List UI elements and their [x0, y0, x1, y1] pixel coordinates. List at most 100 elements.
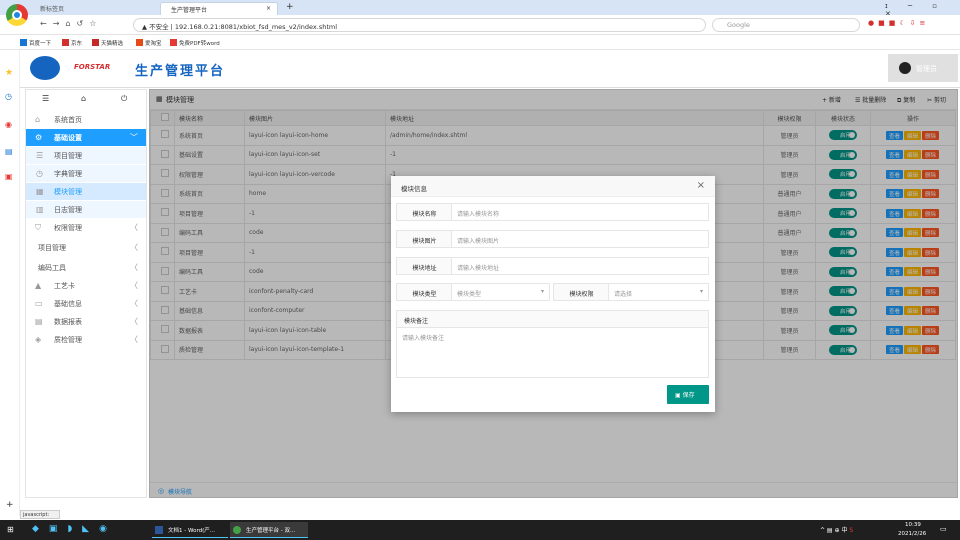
- sidebar-item[interactable]: 项目管理 〈: [26, 239, 146, 256]
- sidebar-item[interactable]: ◷ 字典管理: [26, 165, 146, 182]
- clock-date[interactable]: 2021/2/26: [898, 531, 926, 537]
- star-icon[interactable]: ★: [5, 68, 13, 78]
- shield-icon: ⛉: [35, 223, 41, 232]
- history-icon[interactable]: ◷: [5, 92, 12, 101]
- search-field[interactable]: Google: [712, 18, 860, 32]
- sidebar-item[interactable]: ▭ 基础信息 〈: [26, 295, 146, 312]
- bus-icon[interactable]: ⌂: [81, 94, 86, 103]
- field-label: 模块类型: [396, 283, 453, 301]
- menu-icon[interactable]: ☰: [42, 94, 49, 103]
- module-type-select[interactable]: 模块类型 ▾: [451, 283, 550, 301]
- chevron-down-icon: ﹀: [130, 133, 138, 142]
- remark-label: 模块备注: [396, 310, 709, 328]
- sidebar-item-label: 权限管理: [54, 224, 82, 232]
- pin-icon: ▲: [35, 281, 42, 290]
- sidebar-item-label: 项目管理: [54, 152, 82, 160]
- nav-buttons[interactable]: ←→⌂↺☆: [40, 19, 102, 28]
- tab-close-icon[interactable]: ×: [266, 5, 271, 12]
- power-icon[interactable]: ⏻: [121, 94, 127, 104]
- taskbar-app-browser[interactable]: 生产管理平台 - 双...: [230, 522, 308, 538]
- sidebar-item[interactable]: ☰ 项目管理: [26, 147, 146, 164]
- sidebar-item-label: 系统首页: [54, 116, 82, 124]
- sidebar-item[interactable]: ⛉ 权限管理 〈: [26, 219, 146, 236]
- sidebar-toolbar: ☰ ⌂ ⏻: [26, 90, 146, 110]
- url-field[interactable]: ▲ 不安全 | 192.168.0.21:8081/xbiot_fsd_mes_…: [133, 18, 706, 32]
- sidebar-item-label: 基础设置: [54, 134, 82, 142]
- sidebar-item[interactable]: ⌂ 系统首页: [26, 111, 146, 128]
- bookmark[interactable]: 爱淘宝: [136, 39, 162, 47]
- sidebar-item[interactable]: ◈ 质检管理 〈: [26, 331, 146, 348]
- bookmark-bar: 百度一下 京东 天猫精选 爱淘宝 免费PDF转word: [0, 36, 960, 50]
- browser-tab-bar: 新标签页 生产管理平台 × + ɪ ─ ▫ ✕: [0, 0, 960, 26]
- home-icon: ⌂: [35, 115, 41, 124]
- taskbar: ⊞ ◆▣◗◣◉ 文档1 - Word(产... 生产管理平台 - 双... ^ …: [0, 520, 960, 540]
- taskbar-app-word[interactable]: 文档1 - Word(产...: [152, 522, 228, 538]
- bookmark[interactable]: 百度一下: [20, 39, 51, 47]
- field-label: 模块名称: [396, 203, 453, 221]
- chevron-down-icon: ▾: [699, 288, 703, 295]
- sidebar-item[interactable]: 编码工具 〈: [26, 259, 146, 276]
- new-tab-button[interactable]: +: [286, 2, 294, 12]
- remark-textarea[interactable]: 请输入模块备注: [396, 327, 709, 378]
- sidebar: ☰ ⌂ ⏻ ⌂ 系统首页 ⚙ 基础设置 ﹀ ☰ 项目管理 ◷ 字典管理 ▦ 模块管理 ▥ 日志管理 ⛉ 权限…: [25, 89, 147, 498]
- chevron-left-icon: 〈: [130, 263, 138, 272]
- sidebar-item[interactable]: ⚙ 基础设置 ﹀: [26, 129, 146, 146]
- status-url: javascript:: [20, 510, 60, 519]
- sidebar-item-label: 基础信息: [54, 300, 82, 308]
- tab-active[interactable]: 生产管理平台 ×: [160, 2, 278, 15]
- module-icon: ▦: [36, 187, 44, 196]
- tab-new[interactable]: 新标签页: [30, 2, 154, 15]
- module-url-input[interactable]: 请输入模块地址: [451, 257, 709, 275]
- app-header: FORSTAR 生产管理平台 管理员: [20, 50, 960, 88]
- add-icon[interactable]: +: [6, 500, 14, 510]
- browser-side-strip: ★ ◷ ◉ ▤ ▣ +: [0, 50, 20, 516]
- sidebar-item[interactable]: ▦ 模块管理: [26, 183, 146, 200]
- sidebar-item-label: 字典管理: [54, 170, 82, 178]
- page-title: 生产管理平台: [135, 64, 226, 79]
- stack-icon: ◈: [35, 335, 42, 344]
- bookmark[interactable]: 天猫精选: [92, 39, 123, 47]
- gear-icon: ⚙: [35, 133, 43, 142]
- sidebar-item-label: 项目管理: [38, 244, 66, 252]
- address-bar: ←→⌂↺☆ ▲ 不安全 | 192.168.0.21:8081/xbiot_fs…: [0, 15, 960, 35]
- grid-icon: ▥: [36, 205, 44, 214]
- module-image-input[interactable]: 请输入模块图片: [451, 230, 709, 248]
- chevron-left-icon: 〈: [130, 243, 138, 252]
- browser-icon: [233, 526, 241, 534]
- save-icon: ▣: [675, 392, 683, 399]
- sidebar-item-label: 工艺卡: [54, 282, 75, 290]
- company-logo: [30, 56, 60, 80]
- extension-icons[interactable]: ●■■☾⇩≡: [868, 19, 929, 27]
- sidebar-item[interactable]: ▤ 数据报表 〈: [26, 313, 146, 330]
- taskbar-pinned-icons[interactable]: ◆▣◗◣◉: [32, 524, 117, 534]
- tray-icons[interactable]: ^ ▤ ⊕ 中 S: [820, 525, 853, 534]
- notification-icon[interactable]: ▭: [940, 525, 947, 533]
- field-label: 模块权限: [553, 283, 610, 301]
- dialog-header: 模块信息 ×: [391, 176, 715, 197]
- browser-logo-icon[interactable]: [6, 4, 28, 26]
- chevron-left-icon: 〈: [130, 335, 138, 344]
- app-icon[interactable]: ▣: [5, 172, 13, 181]
- start-icon[interactable]: ⊞: [7, 525, 14, 534]
- chevron-left-icon: 〈: [130, 299, 138, 308]
- word-icon: [155, 526, 163, 534]
- brand-logo-text: FORSTAR: [74, 63, 111, 71]
- bookmark[interactable]: 京东: [62, 39, 82, 47]
- sidebar-item[interactable]: ▥ 日志管理: [26, 201, 146, 218]
- module-info-dialog: 模块信息 × 模块名称 请输入模块名称 模块图片 请输入模块图片 模块地址 请输…: [391, 176, 715, 412]
- clock-time[interactable]: 10:39: [905, 522, 921, 528]
- chevron-left-icon: 〈: [130, 317, 138, 326]
- save-button[interactable]: ▣ 保存: [667, 385, 709, 404]
- user-menu[interactable]: 管理员: [888, 54, 958, 82]
- sidebar-item-label: 日志管理: [54, 206, 82, 214]
- weibo-icon[interactable]: ◉: [5, 120, 12, 129]
- close-icon[interactable]: ×: [697, 180, 705, 191]
- sidebar-item[interactable]: ▲ 工艺卡 〈: [26, 277, 146, 294]
- list-icon: ☰: [36, 151, 44, 160]
- module-permission-select[interactable]: 请选择 ▾: [608, 283, 709, 301]
- field-label: 模块图片: [396, 230, 453, 248]
- sidebar-item-label: 数据报表: [54, 318, 82, 326]
- bookmark[interactable]: 免费PDF转word: [170, 39, 220, 47]
- window-icon[interactable]: ▤: [5, 147, 13, 156]
- module-name-input[interactable]: 请输入模块名称: [451, 203, 709, 221]
